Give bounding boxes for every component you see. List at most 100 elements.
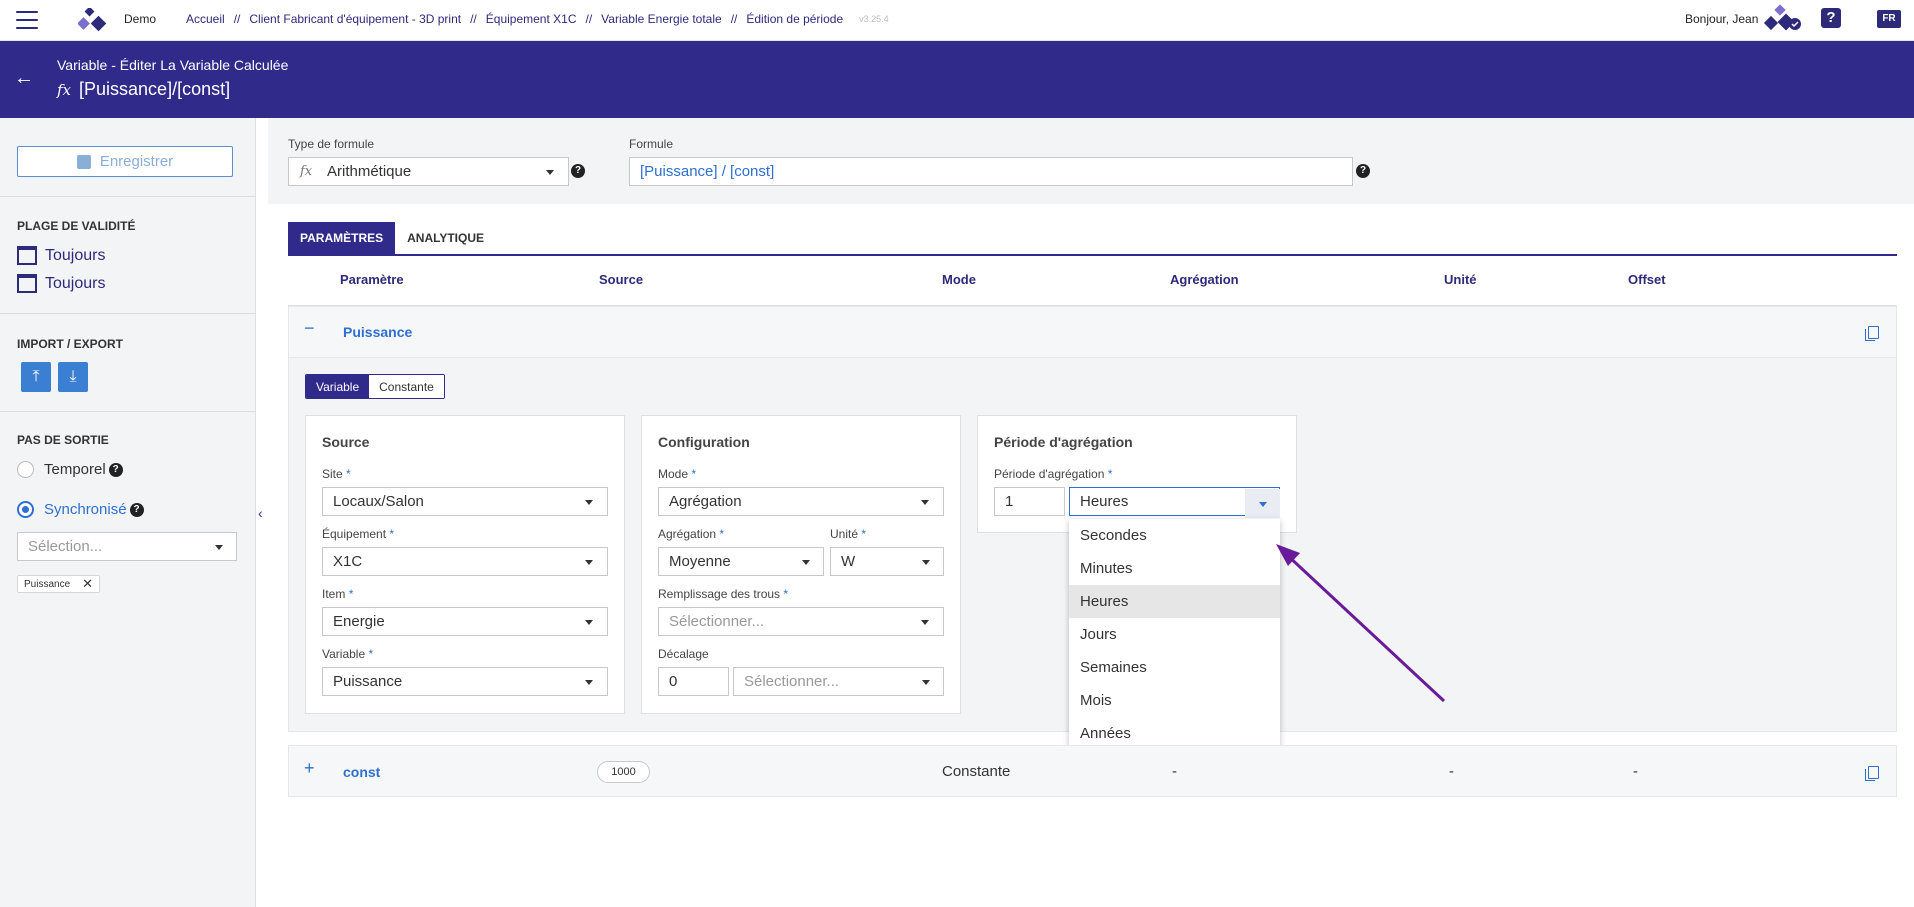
divider [0,313,256,314]
copy-icon[interactable] [1865,326,1879,341]
validity-from[interactable]: Toujours [17,246,105,265]
item-label: Item * [322,587,354,601]
gap-fill-select[interactable]: Sélectionner... [658,607,944,636]
dropdown-option-hours[interactable]: Heures [1069,585,1280,618]
unit-select[interactable]: W [830,547,944,576]
col-header-source: Source [599,272,644,287]
page-title-text: [Puissance]/[const] [79,79,231,99]
help-circle-icon[interactable]: ? [129,502,144,517]
expand-plus-icon[interactable]: + [304,758,315,779]
collapse-sidebar-icon[interactable]: ‹ [258,505,263,521]
toggle-variable[interactable]: Variable [306,375,370,398]
breadcrumb-item-home[interactable]: Accueil [186,12,225,26]
close-icon[interactable]: ✕ [82,576,93,592]
page-subtitle: Variable - Éditer La Variable Calculée [57,57,289,73]
table-row-const[interactable] [288,745,1897,797]
table-row-puissance[interactable] [288,306,1897,358]
variable-label: Variable * [322,647,374,661]
param-type-toggle: Variable Constante [305,374,445,399]
import-download-icon[interactable]: ⤓ [58,362,88,392]
period-value-input[interactable]: 1 [994,487,1065,516]
tab-analytics[interactable]: ANALYTIQUE [395,222,496,254]
app-logo-icon[interactable] [78,8,108,34]
formula-type-select[interactable]: 𝑓𝑥 Arithmétique [288,157,569,186]
import-export-title: IMPORT / EXPORT [17,337,124,351]
copy-icon[interactable] [1865,766,1879,781]
user-greeting[interactable]: Bonjour, Jean [1685,12,1758,26]
item-select[interactable]: Energie [322,607,608,636]
mode-label: Mode * [658,467,697,481]
param-name: const [343,764,381,780]
menu-icon[interactable] [16,11,38,29]
page-header: ← Variable - Éditer La Variable Calculée… [0,41,1914,118]
aggregation-label: Agrégation * [658,527,725,541]
sync-variable-select[interactable]: Sélection... [17,532,237,561]
chevron-down-icon [546,170,554,175]
offset-input[interactable]: 0 [658,667,729,696]
toggle-constant[interactable]: Constante [369,375,444,398]
save-button-label: Enregistrer [99,153,174,170]
site-label: Site * [322,467,351,481]
help-circle-icon[interactable]: ? [571,164,585,178]
export-upload-icon[interactable]: ⤒ [21,362,51,392]
chevron-down-icon [585,500,593,505]
tab-bar: PARAMÈTRES ANALYTIQUE [288,222,1897,256]
help-circle-icon[interactable]: ? [108,462,123,477]
equipment-label: Équipement * [322,527,395,541]
site-select[interactable]: Locaux/Salon [322,487,608,516]
help-icon[interactable]: ? [1821,8,1841,28]
col-header-mode: Mode [942,272,976,287]
col-header-offset: Offset [1628,272,1666,287]
save-button[interactable]: Enregistrer [17,146,233,177]
dropdown-option-months[interactable]: Mois [1069,684,1280,717]
breadcrumb-item-client[interactable]: Client Fabricant d'équipement - 3D print [249,12,461,26]
breadcrumb-item-variable[interactable]: Variable Energie totale [601,12,722,26]
radio-button-selected[interactable] [17,501,34,518]
top-bar: Demo Accueil // Client Fabricant d'équip… [0,0,1914,41]
variable-select[interactable]: Puissance [322,667,608,696]
dropdown-option-minutes[interactable]: Minutes [1069,552,1280,585]
org-name[interactable]: Demo [124,12,156,26]
page-title: 𝑓𝑥 [Puissance]/[const] [57,79,230,100]
validity-title: PLAGE DE VALIDITÉ [17,219,136,233]
divider [0,411,256,412]
tab-parameters[interactable]: PARAMÈTRES [288,222,396,254]
calendar-start-icon [17,246,37,265]
validity-to-label: Toujours [45,274,106,292]
divider [0,196,256,197]
breadcrumb-item-equipment[interactable]: Équipement X1C [486,12,577,26]
gap-fill-label: Remplissage des trous * [658,587,789,601]
chevron-down-icon [1259,502,1267,507]
selected-chip: Puissance ✕ [17,575,101,593]
radio-sync-label: Synchronisé [44,501,127,518]
function-icon: 𝑓𝑥 [300,164,313,179]
validity-from-label: Toujours [45,246,106,264]
user-avatar-icon[interactable] [1762,4,1802,36]
back-arrow-icon[interactable]: ← [14,67,34,90]
breadcrumb: Accueil // Client Fabricant d'équipement… [186,12,889,26]
radio-button[interactable] [17,461,34,478]
col-header-parameter: Paramètre [340,272,404,287]
aggregation-select[interactable]: Moyenne [658,547,824,576]
chevron-down-icon [922,680,930,685]
chevron-down-icon [922,560,930,565]
formula-input[interactable]: [Puissance] / [const] [629,157,1353,186]
dropdown-option-weeks[interactable]: Semaines [1069,651,1280,684]
chevron-down-icon [215,545,223,550]
help-circle-icon[interactable]: ? [1356,164,1370,178]
language-button[interactable]: FR [1877,10,1901,28]
radio-synchronised[interactable]: Synchronisé ? [17,501,144,518]
dropdown-option-seconds[interactable]: Secondes [1069,519,1280,552]
offset-label: Décalage [658,647,709,661]
radio-temporal[interactable]: Temporel ? [17,461,123,478]
period-unit-toggle[interactable] [1245,489,1280,518]
mode-select[interactable]: Agrégation [658,487,944,516]
version-label: v3.25.4 [859,14,889,24]
offset-unit-select[interactable]: Sélectionner... [733,667,944,696]
dropdown-option-days[interactable]: Jours [1069,618,1280,651]
validity-to[interactable]: Toujours [17,274,105,293]
collapse-minus-icon[interactable]: − [304,318,315,339]
equipment-select[interactable]: X1C [322,547,608,576]
period-unit-dropdown: Secondes Minutes Heures Jours Semaines M… [1069,519,1280,750]
save-icon [76,154,91,169]
